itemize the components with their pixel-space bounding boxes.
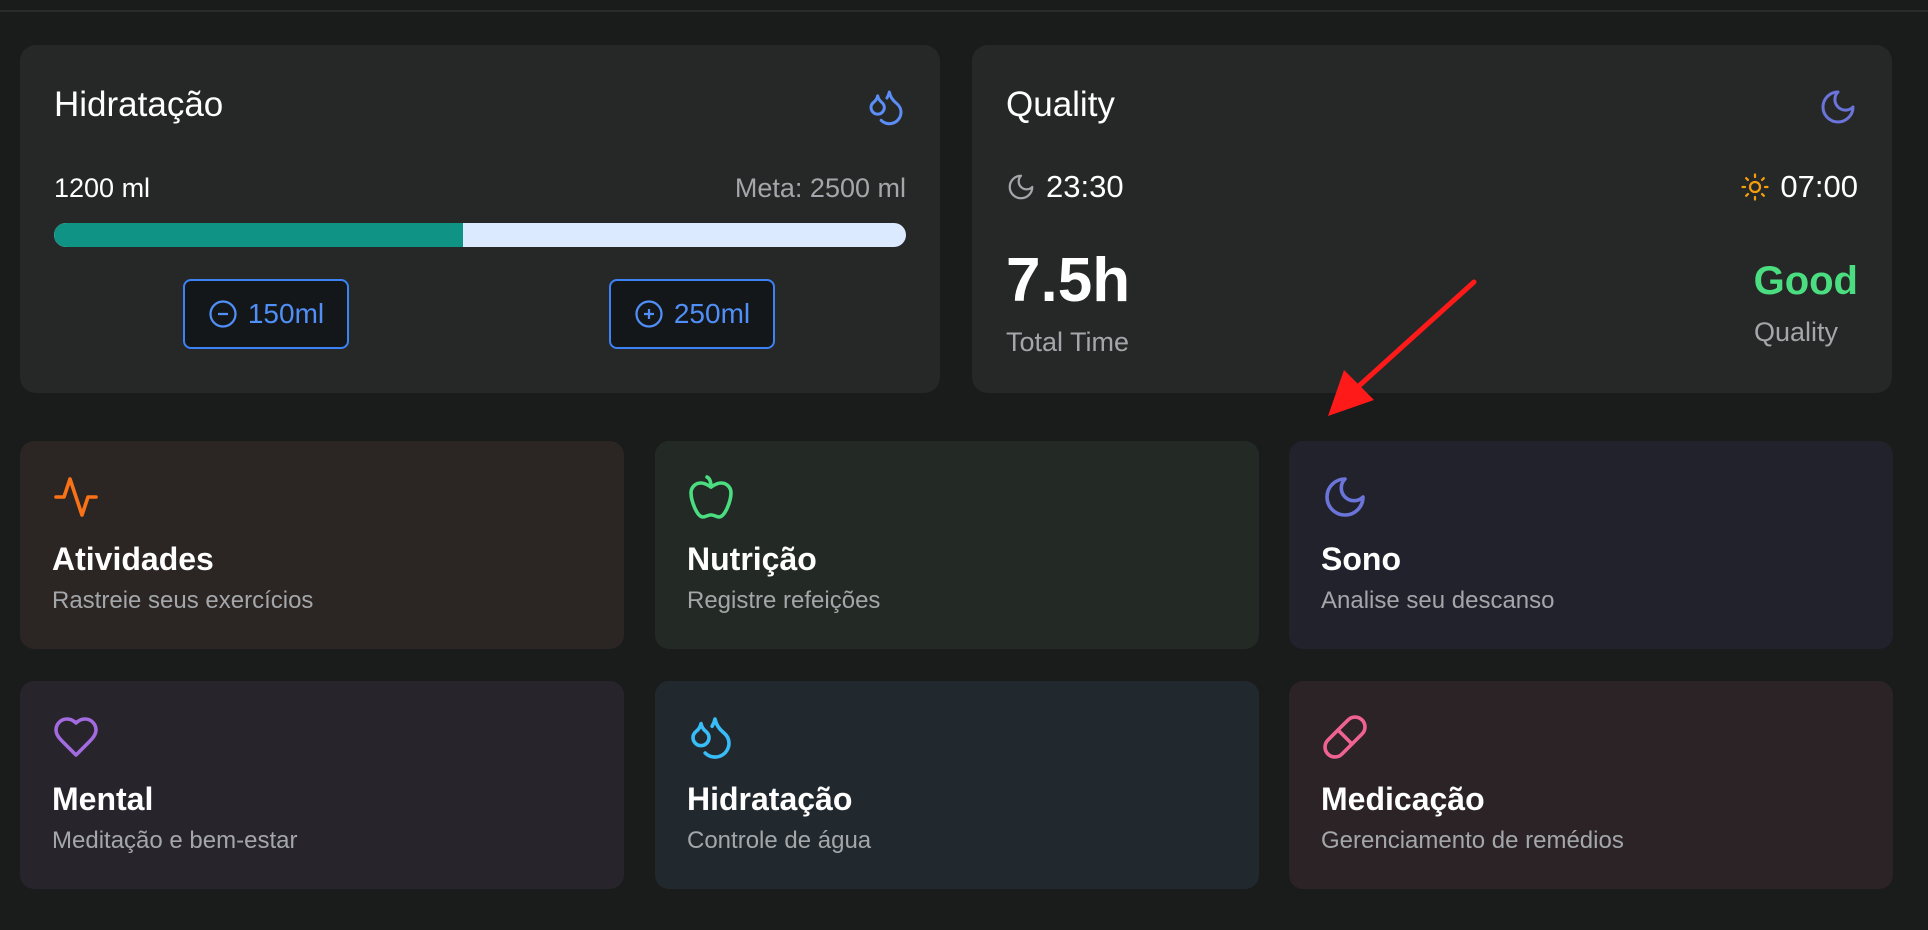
apple-icon: [689, 475, 733, 519]
droplets-icon: [869, 90, 903, 126]
quality-value: Good: [1753, 259, 1858, 303]
hydration-card: Hidratação 1200 ml Meta: 2500 ml 150ml 2…: [20, 45, 940, 393]
tile-description: Gerenciamento de remédios: [1321, 827, 1624, 854]
moon-icon: [1325, 477, 1365, 517]
pill-icon: [1323, 715, 1367, 759]
tile-description: Rastreie seus exercícios: [52, 587, 314, 614]
activity-icon: [54, 477, 98, 517]
quality-label: Quality: [1754, 317, 1839, 347]
plus-circle-icon: [635, 300, 663, 328]
tile-sono[interactable]: Sono Analise seu descanso: [1289, 441, 1893, 649]
total-sleep-hours: 7.5h: [1006, 246, 1131, 315]
tile-mental[interactable]: Mental Meditação e bem-estar: [20, 681, 624, 889]
tile-medicacao[interactable]: Medicação Gerenciamento de remédios: [1289, 681, 1893, 889]
tile-description: Registre refeições: [687, 587, 881, 614]
tile-description: Meditação e bem-estar: [52, 827, 298, 854]
add-250ml-label: 250ml: [673, 298, 751, 329]
tile-title: Mental: [52, 781, 154, 817]
tile-nutricao[interactable]: Nutrição Registre refeições: [655, 441, 1259, 649]
tile-title: Atividades: [52, 541, 214, 577]
tile-title: Sono: [1321, 541, 1401, 577]
tile-hidratacao[interactable]: Hidratação Controle de água: [655, 681, 1259, 889]
heart-icon: [54, 717, 98, 757]
sleep-quality-title: Quality: [1006, 85, 1115, 124]
hydration-current-amount: 1200 ml: [54, 173, 151, 203]
tile-description: Controle de água: [687, 827, 872, 854]
remove-150ml-button[interactable]: 150ml: [183, 279, 349, 349]
waketime: 07:00: [1740, 169, 1858, 205]
hydration-progress-bar: [54, 223, 906, 247]
remove-150ml-label: 150ml: [247, 298, 325, 329]
tile-atividades[interactable]: Atividades Rastreie seus exercícios: [20, 441, 624, 649]
total-time-label: Total Time: [1006, 327, 1130, 357]
tile-title: Medicação: [1321, 781, 1485, 817]
hydration-title: Hidratação: [54, 85, 224, 124]
annotation-arrow-icon: [1328, 279, 1477, 416]
hydration-progress-fill: [54, 223, 463, 247]
sun-icon: [1741, 173, 1770, 201]
droplets-icon: [691, 717, 731, 759]
waketime-value: 07:00: [1780, 169, 1858, 204]
tile-title: Hidratação: [687, 781, 853, 817]
bedtime: 23:30: [1006, 169, 1124, 205]
hydration-goal: Meta: 2500 ml: [734, 173, 906, 203]
minus-circle-icon: [209, 300, 237, 328]
tile-description: Analise seu descanso: [1321, 587, 1555, 614]
bedtime-value: 23:30: [1046, 169, 1124, 204]
moon-icon: [1821, 90, 1855, 124]
tile-title: Nutrição: [687, 541, 817, 577]
moon-small-icon: [1008, 174, 1034, 200]
add-250ml-button[interactable]: 250ml: [609, 279, 775, 349]
top-divider: [0, 10, 1928, 12]
